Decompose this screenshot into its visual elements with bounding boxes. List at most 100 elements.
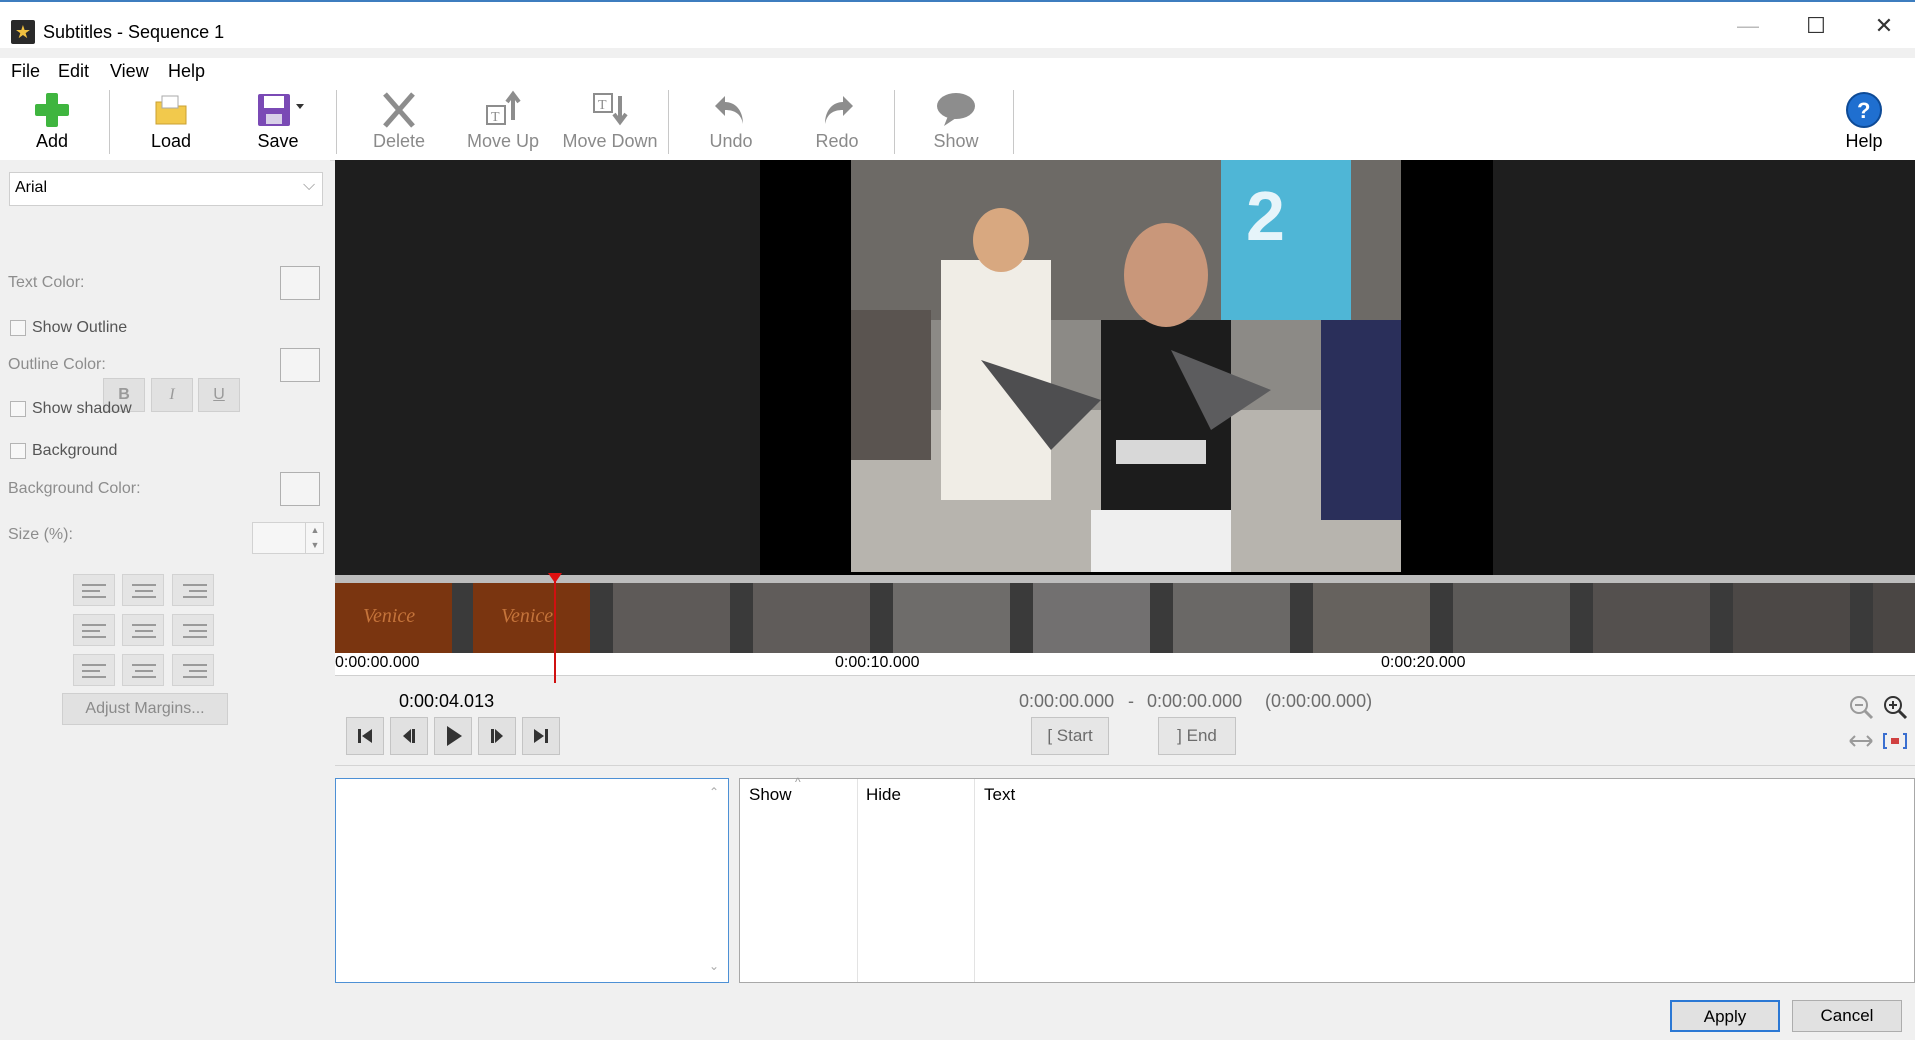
format-panel: Arial ⌵ B I U Text Color: Show Outline O… bbox=[0, 160, 330, 1040]
next-frame-button[interactable] bbox=[478, 717, 516, 755]
scroll-up-icon[interactable]: ⌃ bbox=[709, 785, 719, 799]
timeline-ruler[interactable]: 0:00:00.000 0:00:10.000 0:00:20.000 bbox=[335, 653, 1915, 676]
move-up-button[interactable]: T Move Up bbox=[463, 90, 543, 156]
underline-button[interactable]: U bbox=[198, 378, 240, 412]
spinner-up-icon[interactable]: ▲ bbox=[305, 523, 324, 538]
save-label: Save bbox=[257, 131, 299, 151]
size-label: Size (%): bbox=[8, 526, 73, 543]
add-label: Add bbox=[35, 131, 69, 151]
column-divider bbox=[857, 779, 858, 982]
redo-button[interactable]: Redo bbox=[802, 90, 872, 156]
subtitle-text-editor[interactable]: ⌃ ⌄ bbox=[335, 778, 729, 983]
fit-timeline-button[interactable] bbox=[1847, 729, 1875, 753]
background-color-swatch[interactable] bbox=[280, 472, 320, 506]
timeline-thumbnail: Venice bbox=[473, 583, 590, 653]
close-button[interactable]: ✕ bbox=[1854, 6, 1914, 46]
playhead-marker-icon[interactable] bbox=[548, 573, 562, 583]
move-down-icon: T bbox=[593, 93, 628, 126]
show-button[interactable]: Show bbox=[921, 90, 991, 156]
move-down-button[interactable]: T Move Down bbox=[560, 90, 660, 156]
previous-frame-button[interactable] bbox=[390, 717, 428, 755]
menu-file[interactable]: File bbox=[11, 58, 40, 84]
toolbar-separator bbox=[336, 90, 337, 154]
ruler-label: 0:00:10.000 bbox=[835, 654, 920, 671]
help-button[interactable]: ? Help bbox=[1832, 90, 1896, 156]
outline-color-swatch[interactable] bbox=[280, 348, 320, 382]
timeline-thumbnail bbox=[1453, 583, 1570, 653]
go-to-end-button[interactable] bbox=[522, 717, 560, 755]
set-start-button[interactable]: [ Start bbox=[1031, 717, 1109, 755]
spinner-down-icon[interactable]: ▼ bbox=[305, 538, 324, 553]
undo-button[interactable]: Undo bbox=[696, 90, 766, 156]
background-checkbox[interactable] bbox=[10, 443, 26, 459]
timeline-filmstrip[interactable]: Venice Venice bbox=[335, 583, 1915, 653]
thumbnail-text: Venice bbox=[363, 605, 416, 627]
go-to-start-button[interactable] bbox=[346, 717, 384, 755]
thumbnail-text: Venice bbox=[501, 605, 554, 627]
menu-edit[interactable]: Edit bbox=[58, 58, 89, 84]
column-header-text[interactable]: Text bbox=[984, 785, 1015, 805]
zoom-selection-icon bbox=[1883, 733, 1907, 749]
step-back-icon bbox=[403, 729, 415, 743]
show-outline-checkbox[interactable] bbox=[10, 320, 26, 336]
apply-button[interactable]: Apply bbox=[1670, 1000, 1780, 1032]
italic-button[interactable]: I bbox=[151, 378, 193, 412]
zoom-in-button[interactable] bbox=[1881, 693, 1909, 721]
column-header-hide[interactable]: Hide bbox=[866, 785, 901, 805]
zoom-in-icon bbox=[1884, 696, 1908, 720]
timeline-thumbnail bbox=[1173, 583, 1290, 653]
play-icon bbox=[447, 726, 462, 746]
maximize-button[interactable]: ☐ bbox=[1786, 6, 1846, 46]
save-button[interactable]: Save bbox=[244, 90, 312, 156]
timeline-thumbnail bbox=[1313, 583, 1430, 653]
align-middle-center-button[interactable] bbox=[122, 614, 164, 646]
align-top-center-button[interactable] bbox=[122, 574, 164, 606]
size-spinner[interactable]: ▲ ▼ bbox=[252, 522, 324, 554]
menu-help[interactable]: Help bbox=[168, 58, 205, 84]
align-bottom-right-button[interactable] bbox=[172, 654, 214, 686]
fit-width-icon bbox=[1849, 735, 1873, 747]
set-end-button[interactable]: ] End bbox=[1158, 717, 1236, 755]
align-middle-right-button[interactable] bbox=[172, 614, 214, 646]
column-header-show[interactable]: Show bbox=[749, 785, 792, 805]
show-shadow-checkbox[interactable] bbox=[10, 401, 26, 417]
zoom-out-button[interactable] bbox=[1847, 693, 1875, 721]
add-button[interactable]: Add bbox=[20, 90, 84, 156]
skip-start-icon bbox=[358, 729, 372, 743]
align-middle-left-button[interactable] bbox=[73, 614, 115, 646]
align-bottom-center-button[interactable] bbox=[122, 654, 164, 686]
zoom-selection-button[interactable] bbox=[1881, 729, 1909, 753]
text-color-label: Text Color: bbox=[8, 274, 85, 291]
show-outline-label: Show Outline bbox=[32, 319, 128, 336]
svg-text:T: T bbox=[598, 98, 607, 113]
timeline-thumbnail bbox=[753, 583, 870, 653]
subtitles-table[interactable]: Show ^ Hide Text bbox=[739, 775, 1915, 983]
range-dash: - bbox=[1128, 691, 1134, 711]
align-top-left-button[interactable] bbox=[73, 574, 115, 606]
cancel-button[interactable]: Cancel bbox=[1792, 1000, 1902, 1032]
play-button[interactable] bbox=[434, 717, 472, 755]
delete-button[interactable]: Delete bbox=[364, 90, 434, 156]
load-button[interactable]: Load bbox=[136, 90, 206, 156]
chevron-down-icon: ⌵ bbox=[303, 177, 316, 194]
undo-icon bbox=[715, 96, 743, 124]
adjust-margins-button[interactable]: Adjust Margins... bbox=[62, 693, 228, 725]
delete-icon bbox=[383, 92, 415, 128]
font-select[interactable]: Arial ⌵ bbox=[9, 172, 323, 206]
folder-icon bbox=[155, 95, 187, 125]
skip-end-icon bbox=[534, 729, 548, 743]
text-color-swatch[interactable] bbox=[280, 266, 320, 300]
scroll-down-icon[interactable]: ⌄ bbox=[709, 959, 719, 973]
menu-view[interactable]: View bbox=[110, 58, 149, 84]
help-icon: ? bbox=[1846, 92, 1882, 128]
move-up-icon: T bbox=[486, 90, 521, 125]
minimize-button[interactable]: — bbox=[1718, 6, 1778, 46]
align-bottom-left-button[interactable] bbox=[73, 654, 115, 686]
window-title: Subtitles - Sequence 1 bbox=[43, 22, 225, 42]
align-top-right-button[interactable] bbox=[172, 574, 214, 606]
font-select-value: Arial bbox=[15, 179, 48, 196]
preview-frame-image: 2 bbox=[851, 160, 1401, 572]
timeline-thumbnail bbox=[893, 583, 1010, 653]
bracket-open-icon: [ bbox=[1047, 726, 1053, 745]
playhead[interactable] bbox=[554, 575, 556, 683]
